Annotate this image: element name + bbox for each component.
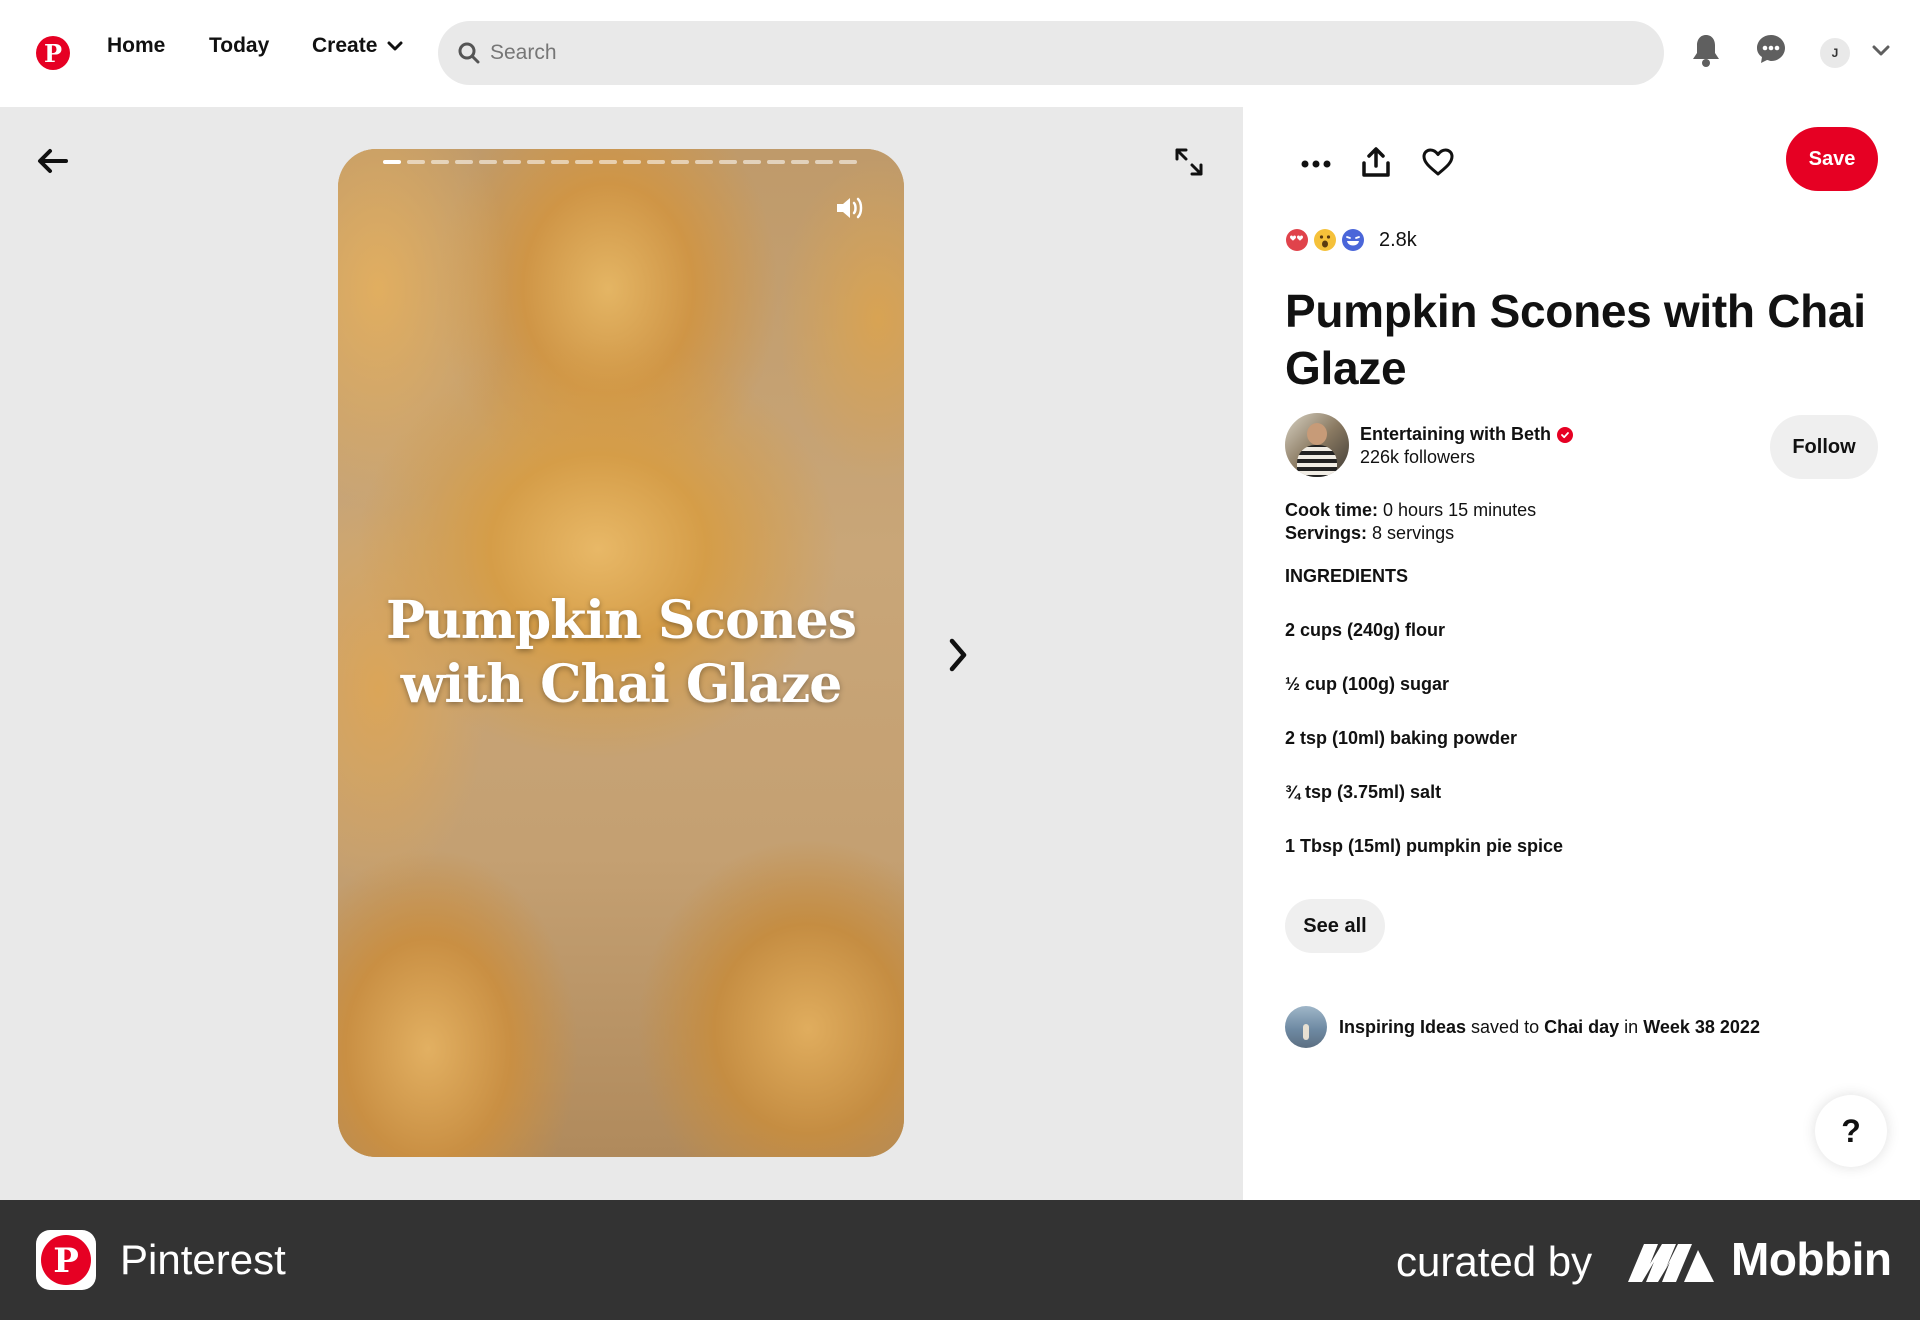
story-progress-segment: [695, 160, 713, 164]
ingredient-item: ¾ tsp (3.75ml) salt: [1285, 782, 1442, 802]
heart-eyes-reaction-icon: [1286, 229, 1308, 251]
story-title-line-2: with Chai Glaze: [400, 654, 843, 715]
story-progress-segment: [599, 160, 617, 164]
story-progress-segment: [551, 160, 569, 164]
back-arrow-icon[interactable]: [36, 147, 70, 180]
creator-follower-count: 226k followers: [1360, 447, 1476, 467]
ingredient-item: ½ cup (100g) sugar: [1285, 674, 1450, 694]
story-progress-segment: [815, 160, 833, 164]
mobbin-brand-name: Mobbin: [1731, 1233, 1892, 1285]
ingredients-heading: INGREDIENTS: [1285, 566, 1409, 586]
story-progress-segment: [431, 160, 449, 164]
reaction-count: 2.8k: [1379, 228, 1417, 251]
story-progress-segment: [791, 160, 809, 164]
wow-reaction-icon: [1314, 229, 1336, 251]
story-progress-segment: [575, 160, 593, 164]
story-progress-segment: [479, 160, 497, 164]
save-button[interactable]: Save: [1786, 127, 1878, 191]
story-pin-video[interactable]: Pumpkin Scones with Chai Glaze: [338, 149, 904, 1157]
story-progress-segment: [671, 160, 689, 164]
verified-badge-icon: [1557, 426, 1573, 443]
footer-app-name: Pinterest: [120, 1236, 286, 1283]
curated-by-text: curated by: [1396, 1238, 1593, 1285]
haha-reaction-icon: [1342, 229, 1364, 251]
board-name-link[interactable]: Chai day: [1544, 1017, 1619, 1037]
creator-avatar-face: [1307, 423, 1327, 445]
story-title-line-1: Pumpkin Scones: [385, 590, 857, 651]
more-options-icon[interactable]: [1301, 156, 1331, 174]
nav-home-link[interactable]: Home: [107, 34, 165, 58]
heart-react-icon[interactable]: [1421, 147, 1455, 182]
saver-avatar-figure: [1303, 1024, 1309, 1040]
volume-icon[interactable]: [834, 194, 866, 227]
servings-value: 8 servings: [1372, 523, 1455, 543]
story-progress-segment: [527, 160, 545, 164]
user-avatar[interactable]: J: [1820, 38, 1850, 68]
nav-create-menu[interactable]: Create: [312, 34, 403, 58]
story-progress-segment: [407, 160, 425, 164]
story-progress-segment: [623, 160, 641, 164]
chevron-right-icon[interactable]: [944, 637, 972, 678]
search-input[interactable]: [490, 41, 1590, 65]
story-progress-segment: [455, 160, 473, 164]
saved-to-activity: Inspiring Ideas saved to Chai day in Wee…: [1339, 1017, 1760, 1038]
mobbin-logo-icon: [1628, 1244, 1714, 1282]
search-icon: [458, 42, 480, 64]
reactions-summary[interactable]: 2.8k: [1285, 228, 1417, 252]
creator-name: Entertaining with Beth: [1360, 424, 1551, 444]
story-progress-segment: [767, 160, 785, 164]
expand-fullscreen-icon[interactable]: [1174, 147, 1204, 182]
cook-time: Cook time: 0 hours 15 minutes: [1285, 500, 1536, 521]
saved-to-text: saved to: [1471, 1017, 1540, 1037]
messages-icon[interactable]: [1755, 33, 1787, 70]
in-text: in: [1624, 1017, 1639, 1037]
notifications-bell-icon[interactable]: [1691, 33, 1721, 72]
chevron-down-icon: [387, 41, 403, 51]
creator-avatar-body: [1297, 445, 1337, 477]
see-all-button[interactable]: See all: [1285, 899, 1385, 953]
saver-avatar[interactable]: [1285, 1006, 1327, 1048]
brand-footer: P Pinterest curated by Mobbin: [0, 1200, 1920, 1320]
creator-name-link[interactable]: Entertaining with Beth: [1360, 424, 1573, 445]
ingredient-item: 2 tsp (10ml) baking powder: [1285, 728, 1518, 748]
story-progress-bar: [383, 160, 857, 164]
creator-avatar[interactable]: [1285, 413, 1349, 477]
cook-time-label: Cook time:: [1285, 500, 1379, 520]
search-bar[interactable]: [438, 21, 1664, 85]
story-progress-segment: [383, 160, 401, 164]
story-overlay-title: Pumpkin Scones with Chai Glaze: [338, 589, 904, 717]
nav-create-label: Create: [312, 34, 378, 57]
board-section-link[interactable]: Week 38 2022: [1643, 1017, 1760, 1037]
story-progress-segment: [647, 160, 665, 164]
pinterest-logo-icon[interactable]: P: [36, 36, 70, 70]
cook-time-value: 0 hours 15 minutes: [1383, 500, 1537, 520]
saver-name-link[interactable]: Inspiring Ideas: [1339, 1017, 1466, 1037]
follow-button[interactable]: Follow: [1770, 415, 1878, 479]
pin-action-bar: [1301, 146, 1455, 183]
ingredient-item: 2 cups (240g) flour: [1285, 620, 1446, 640]
top-navigation: P Home Today Create J: [0, 0, 1920, 107]
help-button[interactable]: ?: [1815, 1095, 1887, 1167]
pinterest-app-icon: P: [36, 1230, 96, 1290]
pin-media-pane: Pumpkin Scones with Chai Glaze: [0, 107, 1243, 1200]
ingredient-item: 1 Tbsp (15ml) pumpkin pie spice: [1285, 836, 1564, 856]
ingredients-list: 2 cups (240g) flour ½ cup (100g) sugar 2…: [1285, 620, 1563, 890]
nav-today-link[interactable]: Today: [209, 34, 269, 58]
share-icon[interactable]: [1361, 146, 1391, 183]
account-menu-chevron-icon[interactable]: [1872, 44, 1890, 62]
servings: Servings: 8 servings: [1285, 523, 1454, 544]
story-progress-segment: [719, 160, 737, 164]
pin-title: Pumpkin Scones with Chai Glaze: [1285, 285, 1866, 394]
story-progress-segment: [839, 160, 857, 164]
servings-label: Servings:: [1285, 523, 1368, 543]
pin-details-pane: Save 2.8k Pumpkin Scones with Chai Glaze…: [1243, 107, 1920, 1200]
story-progress-segment: [503, 160, 521, 164]
story-progress-segment: [743, 160, 761, 164]
